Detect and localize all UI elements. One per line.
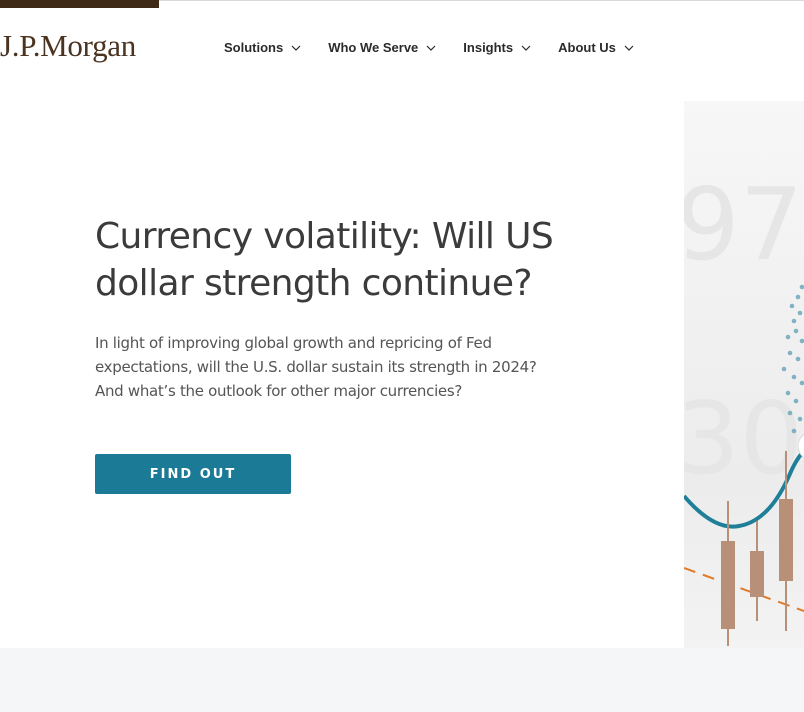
find-out-button[interactable]: FIND OUT [95,454,291,494]
hero-description: In light of improving global growth and … [95,334,537,400]
chevron-down-icon [291,45,301,51]
nav-item-label: About Us [558,40,616,55]
next-section-band [0,648,804,712]
header-border [159,0,804,1]
top-accent-bar [0,0,159,8]
nav-item-label: Who We Serve [328,40,419,55]
nav-item-solutions[interactable]: Solutions [224,40,301,55]
chevron-down-icon [624,45,634,51]
currency-chart-illustration: 97 30 [684,101,804,648]
chevron-down-icon [521,45,531,51]
hero-title: Currency volatility: Will US dollar stre… [95,216,554,304]
nav-item-insights[interactable]: Insights [463,40,531,55]
nav-item-who-we-serve[interactable]: Who We Serve [328,40,436,55]
nav-item-about-us[interactable]: About Us [558,40,634,55]
nav-item-label: Insights [463,40,514,55]
chevron-down-icon [426,45,436,51]
hero-image: 97 30 [684,101,804,648]
image-digits-top: 97 [684,166,803,283]
jpmorgan-logo[interactable]: J.P.Morgan [0,28,136,64]
main-nav: Solutions Who We Serve Insights About Us [224,40,661,55]
nav-item-label: Solutions [224,40,284,55]
